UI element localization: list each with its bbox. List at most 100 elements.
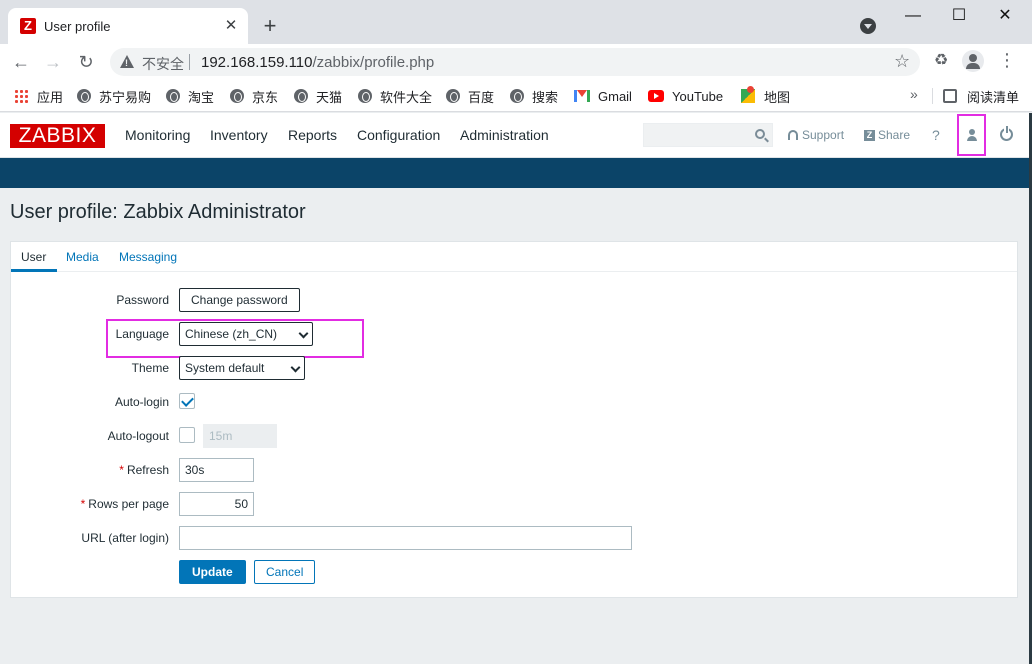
profile-tabs: User Media Messaging bbox=[11, 242, 1017, 272]
rows-per-page-input[interactable]: 50 bbox=[179, 492, 254, 516]
language-selected-value: Chinese (zh_CN) bbox=[185, 327, 278, 341]
share-link[interactable]: Z Share bbox=[864, 128, 910, 142]
support-link[interactable]: Support bbox=[788, 128, 844, 142]
menu-monitoring[interactable]: Monitoring bbox=[125, 127, 190, 143]
share-z-icon: Z bbox=[864, 129, 875, 141]
cancel-button[interactable]: Cancel bbox=[254, 560, 316, 584]
bookmark-label: 软件大全 bbox=[380, 89, 433, 105]
page-title: User profile: Zabbix Administrator bbox=[10, 201, 306, 223]
globe-icon bbox=[358, 89, 372, 103]
refresh-label-text: Refresh bbox=[126, 463, 169, 477]
bookmark-tmall[interactable]: 天猫 bbox=[294, 87, 342, 105]
chevron-down-icon bbox=[298, 328, 309, 339]
bookmark-label: 京东 bbox=[252, 89, 279, 105]
browser-menu-icon[interactable]: ⋮ bbox=[998, 51, 1016, 69]
language-label: Language bbox=[115, 327, 169, 341]
browser-account-icon[interactable] bbox=[962, 50, 984, 72]
header-bar bbox=[0, 158, 1029, 188]
browser-toolbar: ← → ↻ ! 不安全 192.168.159.110/zabbix/profi… bbox=[0, 44, 1032, 80]
active-tab-indicator bbox=[11, 269, 57, 272]
url-path: /zabbix/profile.php bbox=[312, 54, 435, 71]
globe-icon bbox=[510, 89, 524, 103]
tab-messaging[interactable]: Messaging bbox=[119, 250, 177, 264]
bookmark-taobao[interactable]: 淘宝 bbox=[166, 87, 214, 105]
autologin-label: Auto-login bbox=[114, 395, 169, 409]
globe-icon bbox=[230, 89, 244, 103]
new-tab-button[interactable]: + bbox=[258, 14, 282, 38]
globe-icon bbox=[166, 89, 180, 103]
menu-reports[interactable]: Reports bbox=[288, 127, 337, 143]
theme-label: Theme bbox=[131, 361, 169, 375]
update-button[interactable]: Update bbox=[179, 560, 246, 584]
tab-title: User profile bbox=[44, 19, 111, 34]
bookmark-label: Gmail bbox=[598, 88, 632, 104]
browser-tab-strip: Z User profile ✕ + — ☐ ✕ bbox=[0, 0, 1032, 44]
tab-search-icon[interactable] bbox=[860, 18, 876, 34]
minimize-icon[interactable]: — bbox=[898, 4, 928, 28]
bookmark-baidu[interactable]: 百度 bbox=[446, 87, 494, 105]
back-arrow-icon[interactable]: ← bbox=[10, 51, 32, 73]
gmail-icon bbox=[574, 90, 590, 102]
close-window-icon[interactable]: ✕ bbox=[990, 4, 1020, 28]
profile-form-panel: User Media Messaging Password Change pas… bbox=[10, 241, 1018, 598]
theme-select[interactable]: System default bbox=[179, 356, 305, 380]
bookmark-search[interactable]: 搜索 bbox=[510, 87, 558, 105]
bookmark-jd[interactable]: 京东 bbox=[230, 87, 278, 105]
close-tab-icon[interactable]: ✕ bbox=[222, 17, 240, 35]
support-label: Support bbox=[802, 128, 845, 142]
bookmark-suning[interactable]: 苏宁易购 bbox=[77, 87, 151, 105]
globe-icon bbox=[446, 89, 460, 103]
autologout-checkbox[interactable] bbox=[179, 427, 195, 443]
autologout-label: Auto-logout bbox=[107, 429, 169, 443]
menu-inventory[interactable]: Inventory bbox=[210, 127, 268, 143]
sign-out-power-icon[interactable] bbox=[1000, 126, 1013, 141]
url-after-login-input[interactable] bbox=[179, 526, 632, 550]
url-host: 192.168.159.110 bbox=[201, 54, 313, 71]
menu-configuration[interactable]: Configuration bbox=[357, 127, 440, 143]
bookmark-maps[interactable]: 地图 bbox=[741, 86, 790, 105]
maximize-icon[interactable]: ☐ bbox=[944, 4, 974, 28]
bookmark-label: 天猫 bbox=[316, 89, 343, 105]
menu-administration[interactable]: Administration bbox=[460, 127, 549, 143]
top-navigation: ZABBIX Monitoring Inventory Reports Conf… bbox=[0, 113, 1029, 158]
bookmark-label: 苏宁易购 bbox=[99, 89, 152, 105]
tab-user[interactable]: User bbox=[21, 250, 46, 264]
forward-arrow-icon[interactable]: → bbox=[42, 51, 64, 73]
extensions-puzzle-icon[interactable]: ♻ bbox=[932, 52, 950, 70]
bookmark-label: 应用 bbox=[37, 89, 64, 105]
help-icon[interactable]: ? bbox=[932, 127, 940, 143]
reading-list-label: 阅读清单 bbox=[967, 89, 1020, 105]
browser-tab-user-profile[interactable]: Z User profile ✕ bbox=[8, 8, 248, 44]
not-secure-label[interactable]: 不安全 bbox=[142, 54, 184, 74]
tab-media[interactable]: Media bbox=[66, 250, 99, 264]
bookmark-youtube[interactable]: YouTube bbox=[648, 87, 723, 105]
address-bar[interactable]: ! 不安全 192.168.159.110/zabbix/profile.php… bbox=[110, 48, 920, 76]
bookmarks-overflow-icon[interactable]: » bbox=[910, 86, 918, 102]
autologin-checkbox[interactable] bbox=[179, 393, 195, 409]
search-icon[interactable] bbox=[755, 129, 765, 139]
url-text[interactable]: 192.168.159.110/zabbix/profile.php bbox=[201, 54, 434, 71]
bookmark-gmail[interactable]: Gmail bbox=[574, 87, 632, 105]
bookmark-label: 百度 bbox=[468, 89, 495, 105]
theme-selected-value: System default bbox=[185, 361, 265, 375]
reload-icon[interactable]: ↻ bbox=[75, 51, 97, 73]
bookmark-star-icon[interactable]: ☆ bbox=[894, 51, 910, 72]
bookmark-label: 搜索 bbox=[532, 89, 559, 105]
bookmark-software[interactable]: 软件大全 bbox=[358, 87, 432, 105]
user-profile-button[interactable] bbox=[957, 114, 986, 156]
bookmark-apps[interactable]: 应用 bbox=[14, 87, 63, 105]
language-select[interactable]: Chinese (zh_CN) bbox=[179, 322, 313, 346]
zabbix-logo[interactable]: ZABBIX bbox=[10, 124, 105, 148]
refresh-input[interactable]: 30s bbox=[179, 458, 254, 482]
reading-list[interactable]: 阅读清单 bbox=[943, 87, 1019, 105]
globe-icon bbox=[77, 89, 91, 103]
change-password-button[interactable]: Change password bbox=[179, 288, 300, 312]
required-marker: * bbox=[119, 463, 124, 477]
headset-icon bbox=[788, 130, 798, 140]
rows-per-page-label-text: Rows per page bbox=[88, 497, 169, 511]
bookmark-label: YouTube bbox=[672, 88, 724, 104]
global-search-input[interactable] bbox=[643, 123, 773, 147]
bookmarks-bar: 应用 苏宁易购 淘宝 京东 天猫 软件大全 百度 搜索 Gmail YouTub… bbox=[0, 80, 1032, 112]
user-icon bbox=[967, 129, 977, 142]
autologout-input: 15m bbox=[203, 424, 277, 448]
